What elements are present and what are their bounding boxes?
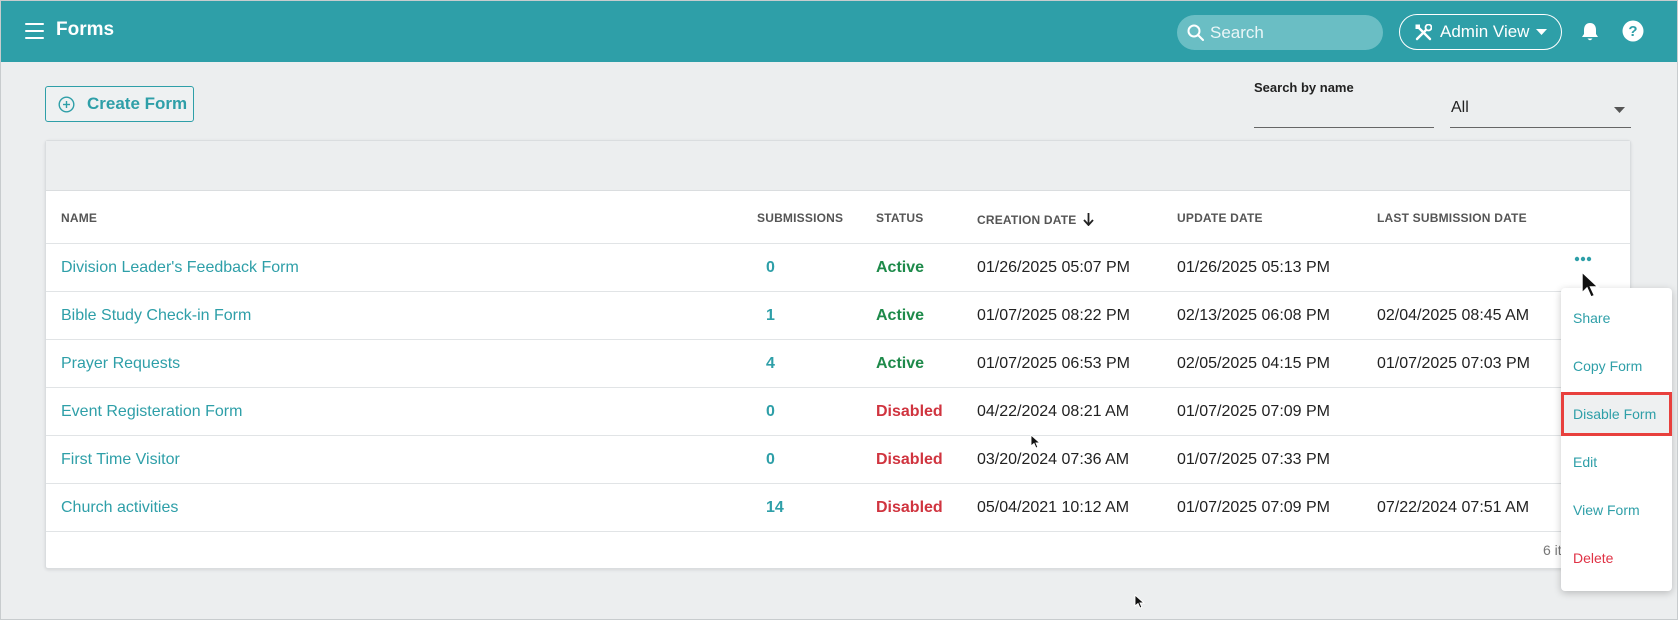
- admin-view-label: Admin View: [1440, 22, 1530, 41]
- form-name-link[interactable]: Event Registeration Form: [61, 403, 242, 421]
- column-header-creation-date-label: CREATION DATE: [977, 213, 1077, 227]
- menu-item-view-form[interactable]: View Form: [1561, 488, 1672, 532]
- creation-date-cell: 05/04/2021 10:12 AM: [977, 499, 1130, 516]
- chevron-down-icon: [1614, 107, 1625, 113]
- status-badge: Disabled: [876, 451, 943, 468]
- cursor-icon: [1030, 434, 1041, 449]
- update-date-cell: 02/13/2025 06:08 PM: [1177, 307, 1331, 324]
- form-name-link[interactable]: Bible Study Check-in Form: [61, 307, 251, 325]
- status-badge: Active: [876, 355, 925, 372]
- creation-date-cell: 04/22/2024 08:21 AM: [977, 403, 1130, 420]
- table-row[interactable]: Bible Study Check-in Form 1 Active 01/07/20…: [46, 292, 1630, 340]
- submissions-count-link[interactable]: 14: [766, 499, 784, 517]
- bell-icon[interactable]: [1581, 22, 1599, 47]
- page-title: Forms: [56, 19, 115, 40]
- sort-arrow-down-icon: [1082, 213, 1094, 227]
- help-icon[interactable]: ?: [1622, 20, 1644, 47]
- cursor-icon: [1134, 594, 1145, 609]
- column-header-submissions[interactable]: SUBMISSIONS: [757, 211, 843, 225]
- menu-item-share[interactable]: Share: [1561, 296, 1672, 340]
- chevron-down-icon: [1536, 28, 1548, 36]
- update-date-cell: 01/07/2025 07:09 PM: [1177, 499, 1331, 516]
- more-options-icon[interactable]: [1574, 256, 1592, 262]
- search-icon: [1187, 24, 1204, 41]
- menu-item-copy-form[interactable]: Copy Form: [1561, 344, 1672, 388]
- creation-date-cell: 03/20/2024 07:36 AM: [977, 451, 1130, 468]
- status-filter-value: All: [1451, 99, 1469, 116]
- submissions-count-link[interactable]: 4: [766, 355, 775, 373]
- plus-circle-icon: [58, 95, 75, 113]
- table-row[interactable]: Division Leader's Feedback Form 0 Active 01…: [46, 244, 1630, 292]
- status-filter-select[interactable]: All: [1450, 97, 1631, 128]
- row-actions-menu: Share Copy Form Disable Form Edit View Form D…: [1561, 288, 1672, 591]
- form-name-link[interactable]: Division Leader's Feedback Form: [61, 259, 299, 277]
- update-date-cell: 01/26/2025 05:13 PM: [1177, 259, 1331, 276]
- table-toolbar: [46, 141, 1630, 191]
- svg-text:?: ?: [1628, 23, 1637, 40]
- update-date-cell: 01/07/2025 07:33 PM: [1177, 451, 1331, 468]
- item-count: 6 it: [1543, 542, 1562, 558]
- column-header-last-submission-date[interactable]: LAST SUBMISSION DATE: [1377, 211, 1527, 225]
- search-by-name-label: Search by name: [1254, 80, 1354, 95]
- forms-table-card: NAME SUBMISSIONS STATUS CREATION DATE UP…: [45, 140, 1631, 569]
- menu-item-delete[interactable]: Delete: [1561, 536, 1672, 580]
- table-row[interactable]: Church activities 14 Disabled 05/04/2021 10…: [46, 484, 1630, 532]
- create-form-button[interactable]: Create Form: [45, 86, 194, 122]
- global-search[interactable]: [1177, 15, 1383, 50]
- status-badge: Disabled: [876, 499, 943, 516]
- table-row[interactable]: Event Registeration Form 0 Disabled 04/22/2…: [46, 388, 1630, 436]
- submissions-count-link[interactable]: 0: [766, 259, 775, 277]
- search-by-name-input[interactable]: [1254, 100, 1434, 128]
- column-header-update-date[interactable]: UPDATE DATE: [1177, 211, 1263, 225]
- update-date-cell: 01/07/2025 07:09 PM: [1177, 403, 1331, 420]
- last-submission-date-cell: 02/04/2025 08:45 AM: [1377, 307, 1530, 324]
- form-name-link[interactable]: Prayer Requests: [61, 355, 180, 373]
- creation-date-cell: 01/26/2025 05:07 PM: [977, 259, 1131, 276]
- last-submission-date-cell: 01/07/2025 07:03 PM: [1377, 355, 1531, 372]
- tools-icon: [1415, 23, 1432, 41]
- submissions-count-link[interactable]: 1: [766, 307, 775, 325]
- hamburger-icon[interactable]: [25, 23, 44, 39]
- admin-view-button[interactable]: Admin View: [1399, 14, 1562, 50]
- form-name-link[interactable]: First Time Visitor: [61, 451, 180, 469]
- last-submission-date-cell: 07/22/2024 07:51 AM: [1377, 499, 1530, 516]
- global-search-input[interactable]: [1210, 15, 1375, 50]
- column-header-status[interactable]: STATUS: [876, 211, 923, 225]
- status-badge: Active: [876, 259, 925, 276]
- column-header-creation-date[interactable]: CREATION DATE: [977, 211, 1094, 227]
- cursor-icon: [1581, 271, 1600, 298]
- creation-date-cell: 01/07/2025 08:22 PM: [977, 307, 1131, 324]
- creation-date-cell: 01/07/2025 06:53 PM: [977, 355, 1131, 372]
- table-row[interactable]: First Time Visitor 0 Disabled 03/20/2024 07…: [46, 436, 1630, 484]
- menu-item-disable-form[interactable]: Disable Form: [1561, 392, 1672, 436]
- create-form-label: Create Form: [87, 94, 188, 113]
- column-header-name[interactable]: NAME: [61, 211, 97, 225]
- menu-item-edit[interactable]: Edit: [1561, 440, 1672, 484]
- submissions-count-link[interactable]: 0: [766, 451, 775, 469]
- submissions-count-link[interactable]: 0: [766, 403, 775, 421]
- update-date-cell: 02/05/2025 04:15 PM: [1177, 355, 1331, 372]
- form-name-link[interactable]: Church activities: [61, 499, 178, 517]
- status-badge: Active: [876, 307, 925, 324]
- status-badge: Disabled: [876, 403, 943, 420]
- top-bar: Forms Admin View ?: [0, 0, 1678, 62]
- table-row[interactable]: Prayer Requests 4 Active 01/07/2025 06:53 P…: [46, 340, 1630, 388]
